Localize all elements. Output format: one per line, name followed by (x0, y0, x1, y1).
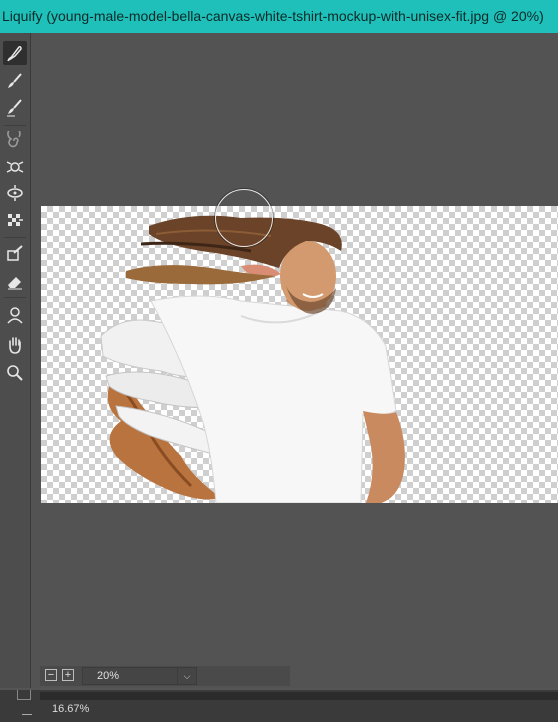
zoom-in-button[interactable]: + (62, 669, 74, 681)
thaw-mask-tool[interactable] (3, 269, 27, 293)
face-tool[interactable] (3, 303, 27, 327)
smooth-tool[interactable] (3, 95, 27, 119)
thaw-mask-icon (8, 277, 22, 290)
bloat-icon (7, 185, 23, 201)
toolbar-divider (4, 125, 26, 126)
brush-cursor (215, 189, 273, 247)
freeze-mask-icon (7, 245, 23, 261)
zoom-out-button[interactable]: − (45, 669, 57, 681)
status-divider (22, 714, 32, 715)
status-strip (40, 692, 558, 700)
push-left-icon (8, 214, 23, 226)
bloat-tool[interactable] (3, 181, 27, 205)
status-bar: 16.67% (0, 688, 558, 722)
forward-warp-tool[interactable] (3, 41, 27, 65)
liquify-toolbar (0, 33, 31, 688)
smooth-brush-icon (7, 99, 22, 117)
push-left-tool[interactable] (3, 209, 27, 233)
pucker-icon (6, 161, 24, 173)
zoom-controls: − + 20% ⌵ (40, 666, 290, 686)
pucker-tool[interactable] (3, 155, 27, 179)
hand-tool[interactable] (3, 333, 27, 357)
zoom-select[interactable]: 20% ⌵ (82, 667, 197, 685)
chevron-down-icon: ⌵ (177, 668, 196, 684)
zoom-value: 20% (97, 670, 120, 682)
zoom-tool[interactable] (3, 361, 27, 385)
zoom-icon (7, 365, 23, 381)
model-photo (100, 215, 405, 503)
twirl-icon (7, 131, 21, 148)
document-icon (17, 690, 31, 700)
freeze-mask-tool[interactable] (3, 241, 27, 265)
twirl-tool[interactable] (3, 129, 27, 153)
warp-brush-icon (7, 46, 22, 62)
status-zoom[interactable]: 16.67% (52, 703, 89, 715)
image-canvas[interactable] (41, 206, 558, 503)
toolbar-divider (4, 237, 26, 238)
hand-icon (9, 337, 21, 354)
toolbar-divider (4, 297, 26, 298)
reconstruct-brush-icon (8, 73, 22, 88)
face-tool-icon (7, 307, 23, 324)
window-title: Liquify (young-male-model-bella-canvas-w… (0, 0, 558, 33)
reconstruct-tool[interactable] (3, 69, 27, 93)
